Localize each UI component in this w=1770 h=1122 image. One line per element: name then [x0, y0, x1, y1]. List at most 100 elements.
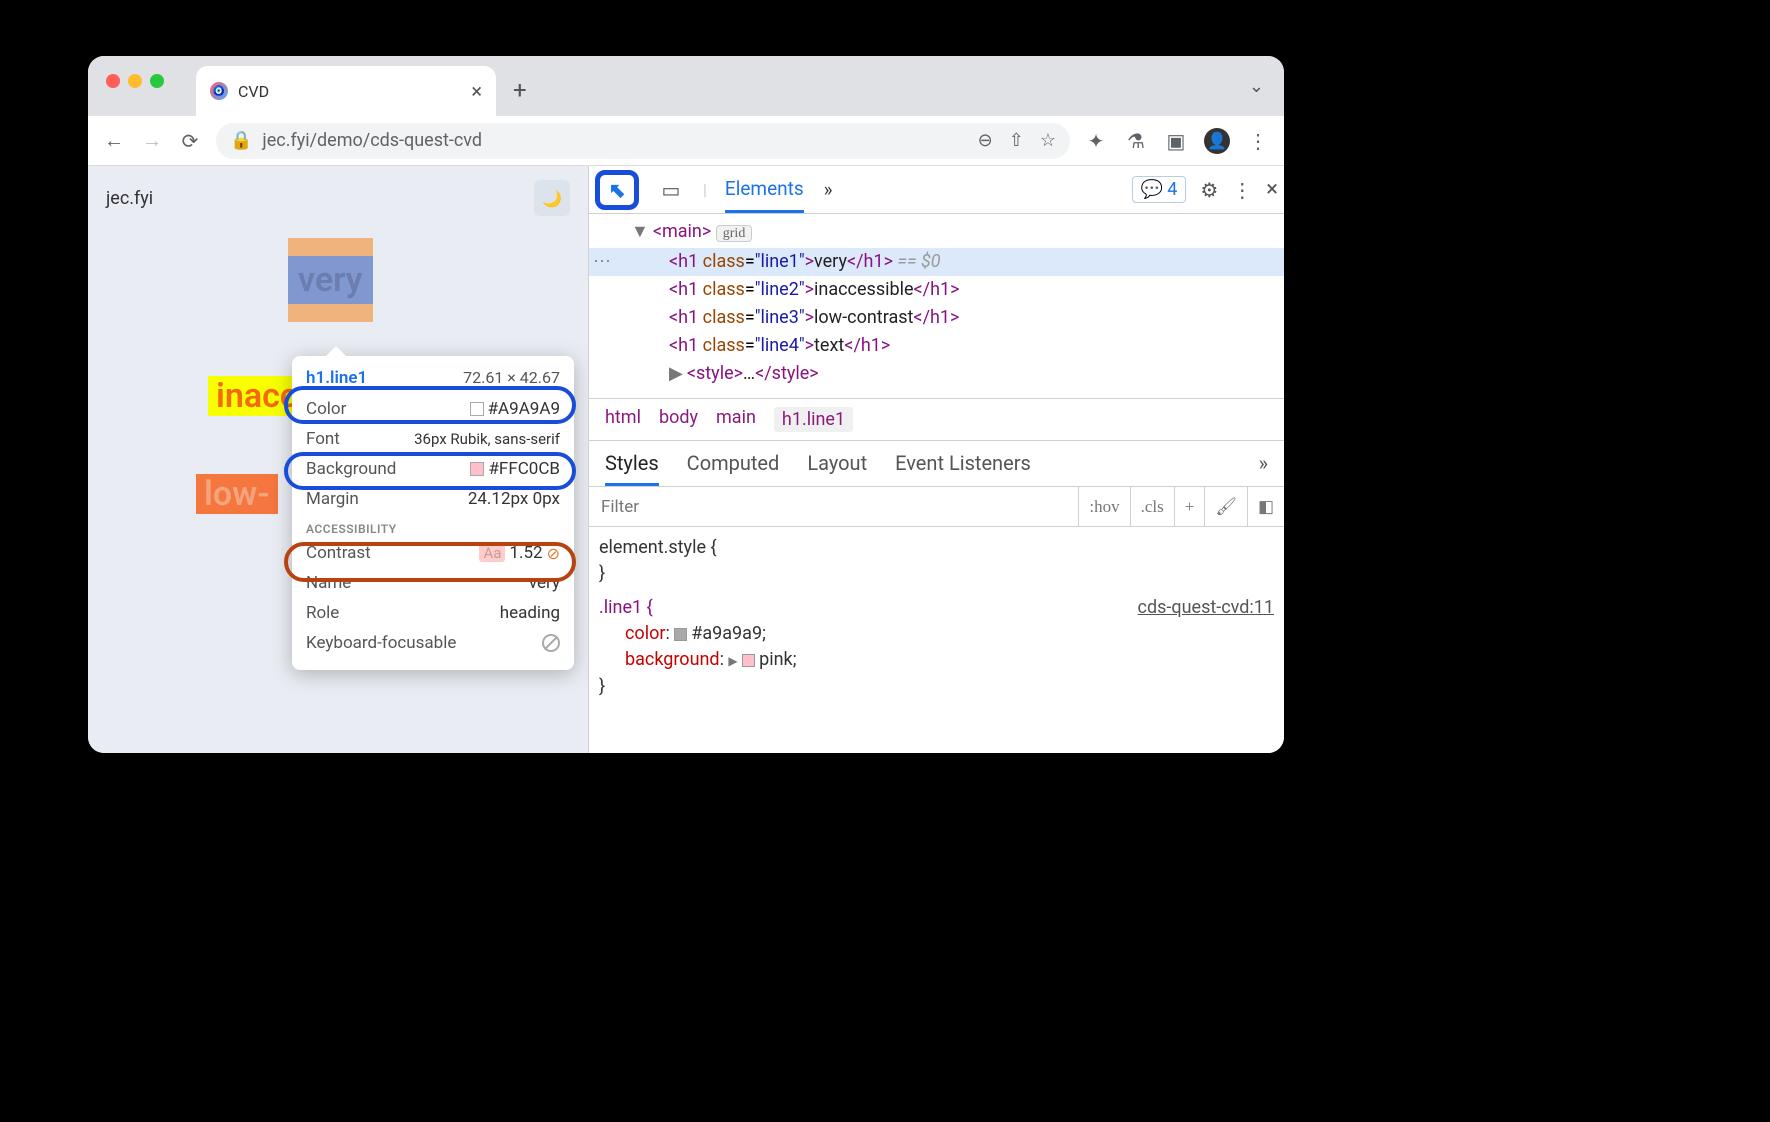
tooltip-selector: h1.line1	[306, 368, 367, 388]
share-icon[interactable]: ⇧	[1009, 130, 1024, 151]
titlebar: 🧿 CVD × + ⌄	[88, 56, 1284, 116]
grid-badge[interactable]: grid	[716, 225, 753, 242]
tab-layout[interactable]: Layout	[807, 451, 867, 486]
tooltip-dimensions: 72.61 × 42.67	[463, 368, 560, 388]
crumb-main[interactable]: main	[716, 407, 756, 432]
dom-h1-line4[interactable]: <h1 class="line4">text</h1>	[589, 332, 1284, 360]
dom-main-element[interactable]: ▼<main> grid	[589, 218, 1284, 248]
styles-tabs-overflow-icon[interactable]: »	[1259, 451, 1268, 486]
kebab-menu-icon[interactable]: ⋮	[1232, 178, 1252, 202]
element-inspect-tooltip: h1.line1 72.61 × 42.67 Color #A9A9A9 Fon…	[292, 356, 574, 670]
omnibox-actions: ⊖ ⇧ ☆	[978, 130, 1056, 151]
new-style-rule-button[interactable]: +	[1174, 487, 1205, 526]
tooltip-name-value: very	[529, 573, 560, 593]
content-area: jec.fyi 🌙 very inacc low- h1.line1 72.61…	[88, 166, 1284, 753]
not-focusable-icon	[542, 634, 560, 652]
line2-element[interactable]: inacc	[208, 376, 306, 416]
cls-button[interactable]: .cls	[1130, 487, 1174, 526]
extensions-icon[interactable]: ✦	[1084, 129, 1108, 153]
dom-h1-line2[interactable]: <h1 class="line2">inaccessible</h1>	[589, 276, 1284, 304]
close-devtools-icon[interactable]: ×	[1266, 177, 1278, 202]
toolbar-actions: ✦ ⚗ ▣ 👤 ⋮	[1084, 128, 1270, 154]
browser-toolbar: ← → ⟳ 🔒 jec.fyi/demo/cds-quest-cvd ⊖ ⇧ ☆…	[88, 116, 1284, 166]
rendered-page: jec.fyi 🌙 very inacc low- h1.line1 72.61…	[88, 166, 588, 753]
tooltip-keyboard-label: Keyboard-focusable	[306, 633, 456, 653]
element-style-rule[interactable]: element.style { }	[599, 535, 1274, 587]
theme-toggle-button[interactable]: 🌙	[534, 180, 570, 216]
device-icon: ▭	[662, 178, 681, 202]
dom-style-element[interactable]: ▶<style>…</style>	[589, 360, 1284, 388]
toggle-sidebar-icon[interactable]: ◧	[1247, 487, 1284, 526]
computed-styles-icon[interactable]: 🖌	[1204, 487, 1247, 526]
bg-swatch-icon[interactable]	[742, 654, 755, 667]
tooltip-role-value: heading	[500, 603, 560, 623]
tooltip-a11y-section: ACCESSIBILITY	[306, 514, 560, 538]
css-source-link[interactable]: cds-quest-cvd:11	[1138, 595, 1274, 621]
css-rules-pane[interactable]: element.style { } cds-quest-cvd:11 .line…	[589, 527, 1284, 700]
tooltip-name-label: Name	[306, 573, 351, 593]
window-controls	[106, 74, 164, 88]
settings-icon[interactable]: ⚙	[1200, 178, 1218, 202]
new-tab-button[interactable]: +	[513, 76, 527, 104]
line3-element[interactable]: low-	[196, 474, 278, 514]
tab-styles[interactable]: Styles	[605, 451, 659, 486]
color-swatch-icon[interactable]	[674, 628, 687, 641]
menu-icon[interactable]: ⋮	[1246, 129, 1270, 153]
reload-button[interactable]: ⟳	[178, 129, 202, 153]
dom-h1-line3[interactable]: <h1 class="line3">low-contrast</h1>	[589, 304, 1284, 332]
tooltip-contrast-value: 1.52	[509, 543, 542, 563]
close-tab-icon[interactable]: ×	[471, 79, 482, 103]
tooltip-contrast-label: Contrast	[306, 543, 371, 563]
inspect-cursor-icon: ⬉	[609, 178, 626, 202]
color-swatch	[470, 402, 484, 416]
bookmark-icon[interactable]: ☆	[1040, 130, 1056, 151]
tooltip-bg-label: Background	[306, 459, 396, 479]
profile-avatar[interactable]: 👤	[1204, 128, 1230, 154]
tooltip-color-label: Color	[306, 399, 346, 419]
crumb-h1[interactable]: h1.line1	[774, 407, 853, 432]
row-actions-icon[interactable]: ⋯	[593, 249, 611, 275]
expand-icon[interactable]: ▼	[631, 221, 649, 242]
filter-input[interactable]: Filter	[589, 497, 1078, 517]
bg-swatch	[470, 462, 484, 476]
address-bar[interactable]: 🔒 jec.fyi/demo/cds-quest-cvd ⊖ ⇧ ☆	[216, 123, 1070, 159]
devtools-tabs: Elements »	[725, 166, 833, 213]
tooltip-role-label: Role	[306, 603, 339, 623]
expand-shorthand-icon[interactable]: ▶	[728, 654, 737, 668]
devtools-panel: ⬉ ▭ | Elements » 💬4 ⚙ ⋮ × ▼<main> grid	[588, 166, 1284, 753]
labs-icon[interactable]: ⚗	[1124, 129, 1148, 153]
tabs-overflow-icon[interactable]: »	[824, 166, 833, 213]
maximize-window-button[interactable]	[150, 74, 164, 88]
close-window-button[interactable]	[106, 74, 120, 88]
hov-button[interactable]: :hov	[1078, 487, 1129, 526]
favicon-icon: 🧿	[210, 82, 228, 100]
dom-tree[interactable]: ▼<main> grid ⋯ <h1 class="line1">very</h…	[589, 214, 1284, 398]
dom-h1-line1[interactable]: ⋯ <h1 class="line1">very</h1> == $0	[589, 248, 1284, 276]
contrast-aa-chip: Aa	[479, 544, 505, 562]
site-title: jec.fyi	[106, 188, 153, 209]
tab-title: CVD	[238, 82, 461, 101]
line1-rule[interactable]: cds-quest-cvd:11 .line1 { color: #a9a9a9…	[599, 595, 1274, 700]
lock-icon: 🔒	[230, 130, 252, 151]
tab-computed[interactable]: Computed	[687, 451, 780, 486]
sidepanel-icon[interactable]: ▣	[1164, 129, 1188, 153]
inspect-element-button[interactable]: ⬉	[595, 170, 639, 210]
line1-element[interactable]: very	[288, 238, 373, 322]
tabs-dropdown-icon[interactable]: ⌄	[1249, 76, 1264, 97]
issues-button[interactable]: 💬4	[1132, 176, 1187, 203]
browser-window: 🧿 CVD × + ⌄ ← → ⟳ 🔒 jec.fyi/demo/cds-que…	[88, 56, 1284, 753]
device-toolbar-button[interactable]: ▭	[649, 170, 693, 210]
crumb-body[interactable]: body	[659, 407, 698, 432]
crumb-html[interactable]: html	[605, 407, 641, 432]
browser-tab[interactable]: 🧿 CVD ×	[196, 66, 496, 116]
tab-event-listeners[interactable]: Event Listeners	[895, 451, 1031, 486]
tab-elements[interactable]: Elements	[725, 166, 804, 213]
back-button[interactable]: ←	[102, 128, 126, 153]
minimize-window-button[interactable]	[128, 74, 142, 88]
devtools-toolbar: ⬉ ▭ | Elements » 💬4 ⚙ ⋮ ×	[589, 166, 1284, 214]
issues-count: 4	[1167, 179, 1177, 200]
expand-icon[interactable]: ▶	[669, 363, 683, 384]
zoom-out-icon[interactable]: ⊖	[978, 130, 993, 151]
tooltip-font-label: Font	[306, 429, 340, 449]
page-header: jec.fyi 🌙	[88, 166, 588, 230]
